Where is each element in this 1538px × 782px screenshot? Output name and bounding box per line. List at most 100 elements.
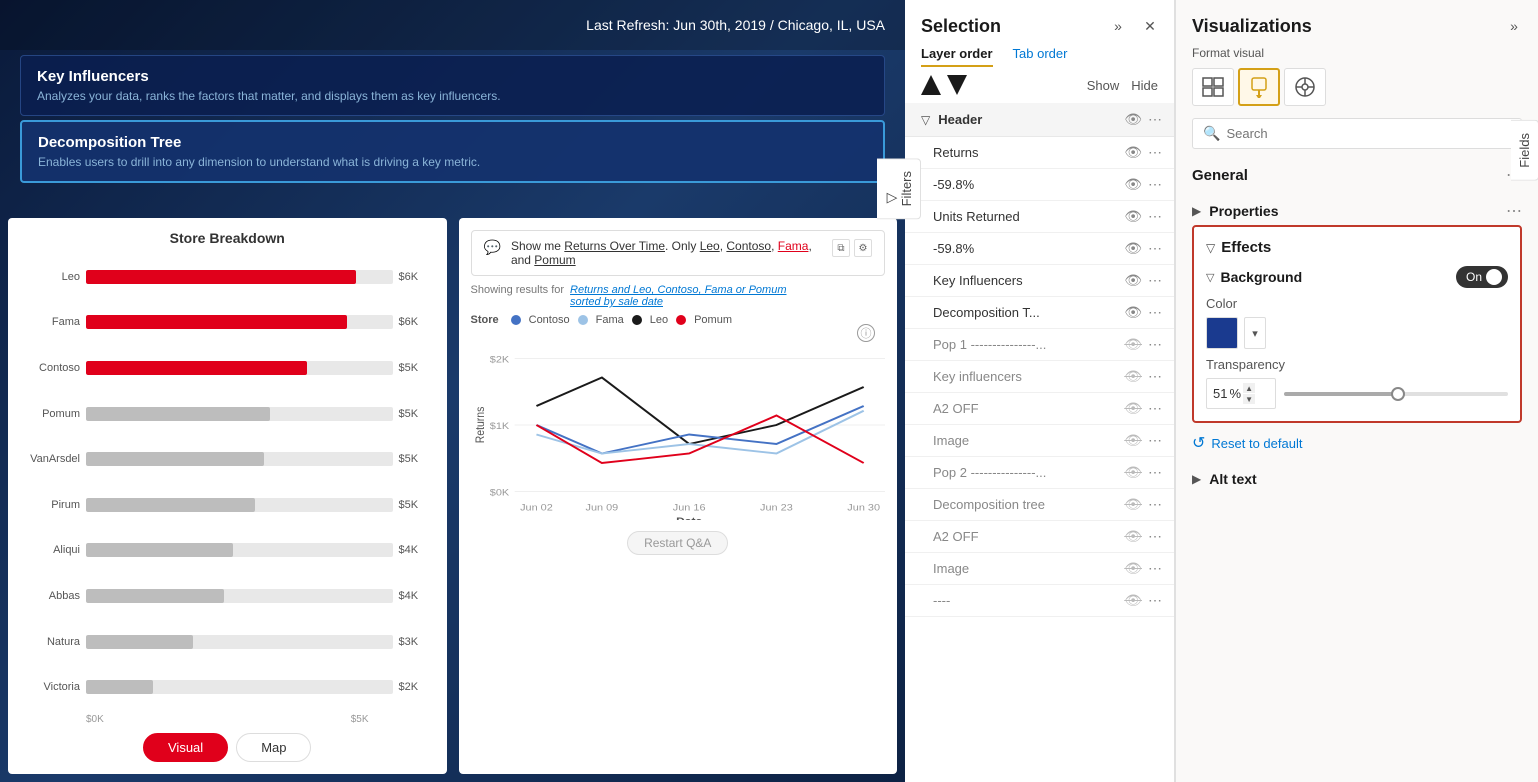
eye-icon[interactable]: 👁 [1124, 176, 1142, 193]
spin-up-btn[interactable]: ▲ [1243, 383, 1255, 393]
bar-outer [86, 498, 393, 512]
color-dropdown-btn[interactable]: ▾ [1244, 317, 1266, 349]
eye-icon[interactable]: 👁 [1124, 304, 1142, 321]
list-item[interactable]: Pop 1 ---------------... 👁 ⋯ [905, 329, 1174, 361]
properties-header[interactable]: ▶ Properties ⋯ [1192, 201, 1522, 221]
list-item[interactable]: Returns 👁 ⋯ [905, 137, 1174, 169]
dots-icon[interactable]: ⋯ [1148, 496, 1162, 513]
hide-btn[interactable]: Hide [1131, 78, 1158, 93]
transparency-slider[interactable] [1284, 392, 1508, 396]
svg-text:Jun 16: Jun 16 [672, 503, 705, 513]
item-key-inf2: Key influencers [933, 369, 1124, 384]
eye-icon[interactable]: 👁 [1124, 272, 1142, 289]
fields-tab[interactable]: Fields [1511, 120, 1538, 181]
analytics-icon-btn[interactable] [1284, 68, 1326, 106]
list-item[interactable]: -59.8% 👁 ⋯ [905, 169, 1174, 201]
qa-settings-icon[interactable]: ⚙ [854, 239, 872, 257]
map-tab[interactable]: Map [236, 733, 311, 762]
list-item[interactable]: Units Returned 👁 ⋯ [905, 201, 1174, 233]
background-toggle[interactable]: On [1456, 266, 1508, 288]
item-image1: Image [933, 433, 1124, 448]
dots-icon[interactable]: ⋯ [1148, 176, 1162, 193]
dots-icon[interactable]: ⋯ [1148, 272, 1162, 289]
move-up-arrow[interactable] [921, 75, 941, 95]
alt-text-header[interactable]: ▶ Alt text [1192, 471, 1522, 487]
dots-icon[interactable]: ⋯ [1148, 208, 1162, 225]
selection-close-btn[interactable]: ✕ [1138, 14, 1162, 38]
dots-icon[interactable]: ⋯ [1148, 144, 1162, 161]
properties-section: ▶ Properties ⋯ [1176, 197, 1538, 225]
group-dots-icon[interactable]: ⋯ [1148, 111, 1162, 128]
paint-icon-btn[interactable] [1238, 68, 1280, 106]
search-input[interactable] [1226, 126, 1511, 141]
legend-store-label: Store [471, 314, 499, 326]
dots-icon[interactable]: ⋯ [1148, 528, 1162, 545]
eye-hidden-icon[interactable]: 👁 [1124, 368, 1142, 385]
restart-qa-button[interactable]: Restart Q&A [627, 531, 728, 555]
eye-hidden-icon[interactable]: 👁 [1124, 560, 1142, 577]
dots-icon[interactable]: ⋯ [1148, 560, 1162, 577]
analytics-icon [1294, 76, 1316, 98]
dots-icon[interactable]: ⋯ [1148, 304, 1162, 321]
reset-default-btn[interactable]: ↺ Reset to default [1176, 423, 1538, 463]
key-influencers-card[interactable]: Key Influencers Analyzes your data, rank… [20, 55, 885, 116]
qa-input-box[interactable]: 💬 Show me Returns Over Time. Only Leo, C… [471, 230, 886, 276]
eye-hidden-icon[interactable]: 👁 [1124, 464, 1142, 481]
list-item[interactable]: Image 👁 ⋯ [905, 553, 1174, 585]
list-item[interactable]: ---- 👁 ⋯ [905, 585, 1174, 617]
eye-icon[interactable]: 👁 [1124, 208, 1142, 225]
eye-hidden-icon[interactable]: 👁 [1124, 336, 1142, 353]
grid-icon-btn[interactable] [1192, 68, 1234, 106]
dots-icon[interactable]: ⋯ [1148, 400, 1162, 417]
show-hide-btns: Show Hide [1087, 78, 1158, 93]
general-section-header[interactable]: General ⋯ [1192, 165, 1522, 185]
move-down-arrow[interactable] [947, 75, 967, 95]
dots-icon[interactable]: ⋯ [1148, 240, 1162, 257]
eye-icon[interactable]: 👁 [1124, 144, 1142, 161]
decomposition-tree-card[interactable]: Decomposition Tree Enables users to dril… [20, 120, 885, 183]
dots-icon[interactable]: ⋯ [1148, 432, 1162, 449]
viz-search-box[interactable]: 🔍 [1192, 118, 1522, 149]
layer-order-tab[interactable]: Layer order [921, 46, 993, 67]
list-item[interactable]: Key influencers 👁 ⋯ [905, 361, 1174, 393]
list-item[interactable]: -59.8% 👁 ⋯ [905, 233, 1174, 265]
group-eye-icon[interactable]: 👁 [1124, 111, 1142, 128]
eye-icon[interactable]: 👁 [1124, 240, 1142, 257]
spin-down-btn[interactable]: ▼ [1243, 394, 1255, 404]
eye-hidden-icon[interactable]: 👁 [1124, 528, 1142, 545]
eye-hidden-icon[interactable]: 👁 [1124, 592, 1142, 609]
properties-dots[interactable]: ⋯ [1506, 201, 1522, 221]
transparency-input-box[interactable]: 51 % ▲ ▼ [1206, 378, 1276, 409]
transparency-spinner[interactable]: ▲ ▼ [1243, 383, 1255, 404]
list-item[interactable]: Decomposition T... 👁 ⋯ [905, 297, 1174, 329]
visual-tab[interactable]: Visual [143, 733, 228, 762]
list-item[interactable]: Pop 2 ---------------... 👁 ⋯ [905, 457, 1174, 489]
eye-hidden-icon[interactable]: 👁 [1124, 432, 1142, 449]
effects-title: Effects [1221, 239, 1508, 256]
bar-inner [86, 452, 264, 466]
dots-icon[interactable]: ⋯ [1148, 368, 1162, 385]
effects-section-header[interactable]: ▽ Effects [1206, 239, 1508, 256]
list-item[interactable]: Decomposition tree 👁 ⋯ [905, 489, 1174, 521]
selection-expand-btn[interactable]: » [1106, 14, 1130, 38]
dots-icon[interactable]: ⋯ [1148, 592, 1162, 609]
selection-group-header[interactable]: ▽ Header 👁 ⋯ [905, 103, 1174, 137]
list-item[interactable]: A2 OFF 👁 ⋯ [905, 521, 1174, 553]
bar-row: VanArsdel $5K [20, 448, 435, 470]
filters-tab[interactable]: ◁ Filters [877, 158, 921, 219]
viz-expand-btn[interactable]: » [1502, 14, 1526, 38]
qa-copy-icon[interactable]: ⧉ [832, 239, 850, 257]
show-btn[interactable]: Show [1087, 78, 1120, 93]
eye-hidden-icon[interactable]: 👁 [1124, 400, 1142, 417]
tab-order-tab[interactable]: Tab order [1013, 46, 1068, 67]
eye-hidden-icon[interactable]: 👁 [1124, 496, 1142, 513]
card-tabs: Visual Map [20, 733, 435, 762]
bar-inner [86, 270, 356, 284]
dots-icon[interactable]: ⋯ [1148, 464, 1162, 481]
list-item[interactable]: A2 OFF 👁 ⋯ [905, 393, 1174, 425]
dots-icon[interactable]: ⋯ [1148, 336, 1162, 353]
list-item[interactable]: Key Influencers 👁 ⋯ [905, 265, 1174, 297]
color-swatch[interactable] [1206, 317, 1238, 349]
list-item[interactable]: Image 👁 ⋯ [905, 425, 1174, 457]
store-breakdown-title: Store Breakdown [20, 230, 435, 246]
